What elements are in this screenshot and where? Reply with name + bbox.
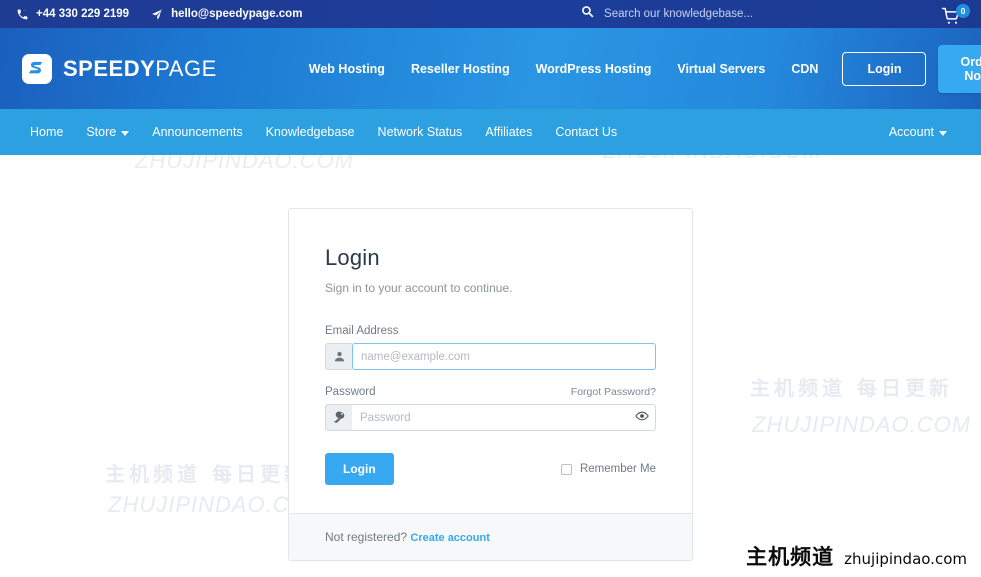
subnav-label-home: Home — [30, 125, 64, 139]
password-field-block: Password Forgot Password? — [325, 386, 656, 431]
email-label-row: Email Address — [325, 325, 656, 337]
send-icon — [151, 8, 164, 21]
cart-button[interactable]: 0 — [941, 3, 970, 25]
eye-icon — [635, 409, 649, 426]
page-title: Login — [325, 245, 380, 270]
subnav-item-network-status[interactable]: Network Status — [378, 125, 463, 139]
watermark-cn-5: 主机频道 每日更新 — [750, 376, 953, 400]
account-menu-link[interactable]: Account — [889, 125, 947, 139]
subnav-label-affiliates: Affiliates — [485, 125, 533, 139]
subnav-item-home[interactable]: Home — [30, 125, 63, 139]
knowledgebase-search[interactable]: Search our knowledgebase... — [581, 5, 753, 23]
logo-text: SPEEDYPAGE — [63, 56, 217, 82]
subnav-item-announcements[interactable]: Announcements — [152, 125, 242, 139]
create-account-link[interactable]: Create account — [410, 532, 489, 544]
remember-me-checkbox[interactable] — [560, 463, 572, 475]
chevron-down-icon — [939, 130, 947, 136]
logo-text-light: PAGE — [155, 55, 217, 81]
site-logo[interactable]: SPEEDYPAGE — [0, 53, 217, 84]
submit-login-button[interactable]: Login — [325, 453, 394, 485]
subnav-item-knowledgebase[interactable]: Knowledgebase — [266, 125, 355, 139]
order-now-button[interactable]: Order Now — [938, 44, 981, 93]
site-header: SPEEDYPAGE Web Hosting Reseller Hosting … — [0, 28, 981, 109]
login-form: Email Address Password — [325, 325, 656, 485]
search-placeholder-text: Search our knowledgebase... — [604, 8, 753, 20]
subnav-label-store: Store — [86, 125, 117, 139]
brand-watermark: 主机频道 zhujipindao.com — [746, 541, 967, 571]
password-input-wrap — [352, 404, 656, 431]
page-subtitle: Sign in to your account to continue. — [325, 281, 513, 295]
email-label: Email Address — [325, 325, 399, 337]
cart-count-badge: 0 — [956, 4, 970, 18]
subnav-label-network-status: Network Status — [377, 125, 463, 139]
email-input-group — [325, 343, 656, 370]
login-card: Login Sign in to your account to continu… — [288, 208, 693, 561]
password-input-group — [325, 404, 656, 431]
nav-reseller-hosting[interactable]: Reseller Hosting — [411, 62, 510, 76]
login-actions: Login Remember Me — [325, 453, 656, 485]
subnav-label-knowledgebase: Knowledgebase — [265, 125, 355, 139]
nav-web-hosting[interactable]: Web Hosting — [309, 62, 385, 76]
key-icon — [325, 404, 352, 431]
top-utility-bar: +44 330 229 2199 hello@speedypage.com Se… — [0, 0, 981, 28]
secondary-nav-items: Home Store Announcements Knowledgebase N… — [0, 125, 617, 139]
chevron-down-icon — [121, 130, 130, 136]
header-login-button[interactable]: Login — [842, 51, 927, 86]
logo-mark-icon — [22, 53, 52, 84]
header-actions: Login Order Now — [842, 44, 981, 93]
phone-icon — [16, 8, 29, 21]
topbar-tools: Search our knowledgebase... 0 — [581, 3, 981, 25]
phone-number: +44 330 229 2199 — [36, 8, 130, 20]
email-field-block: Email Address — [325, 325, 656, 370]
nav-cdn[interactable]: CDN — [791, 62, 818, 76]
email-address: hello@speedypage.com — [171, 8, 303, 20]
brand-watermark-cn: 主机频道 — [746, 545, 835, 569]
account-label: Account — [888, 125, 934, 139]
subnav-item-affiliates[interactable]: Affiliates — [485, 125, 532, 139]
toggle-password-visibility-button[interactable] — [635, 404, 649, 431]
forgot-password-link[interactable]: Forgot Password? — [571, 386, 656, 398]
login-page: 更新 ZHUJIPINDAO.COM ZHUJIPINDAO.COM 主机频道 … — [0, 0, 981, 577]
subnav-item-store[interactable]: Store — [86, 125, 130, 139]
password-label-row: Password Forgot Password? — [325, 386, 656, 398]
logo-text-bold: SPEEDY — [63, 55, 156, 81]
nav-wordpress-hosting[interactable]: WordPress Hosting — [536, 62, 652, 76]
remember-me-control[interactable]: Remember Me — [560, 463, 656, 475]
nav-virtual-servers[interactable]: Virtual Servers — [677, 62, 765, 76]
login-card-footer: Not registered? Create account — [289, 513, 692, 560]
account-menu[interactable]: Account — [889, 125, 981, 139]
email-contact[interactable]: hello@speedypage.com — [151, 8, 302, 21]
subnav-label-contact-us: Contact Us — [555, 125, 618, 139]
remember-me-label: Remember Me — [579, 463, 656, 475]
secondary-nav: Home Store Announcements Knowledgebase N… — [0, 109, 981, 155]
password-label: Password — [325, 386, 376, 398]
brand-watermark-en: zhujipindao.com — [844, 550, 967, 568]
not-registered-text: Not registered? — [325, 530, 408, 544]
topbar-contacts: +44 330 229 2199 hello@speedypage.com — [0, 8, 302, 21]
search-icon — [581, 5, 594, 23]
login-card-body: Login Sign in to your account to continu… — [289, 209, 692, 513]
primary-nav: Web Hosting Reseller Hosting WordPress H… — [309, 62, 819, 76]
subnav-label-announcements: Announcements — [152, 125, 243, 139]
email-input[interactable] — [352, 343, 656, 370]
phone-contact[interactable]: +44 330 229 2199 — [16, 8, 129, 21]
user-icon — [325, 343, 352, 370]
subnav-item-contact-us[interactable]: Contact Us — [555, 125, 617, 139]
password-input[interactable] — [352, 404, 656, 431]
watermark-en-7: ZHUJIPINDAO.COM — [752, 412, 972, 437]
watermark-cn-4: 主机频道 每日更新 — [105, 462, 308, 486]
